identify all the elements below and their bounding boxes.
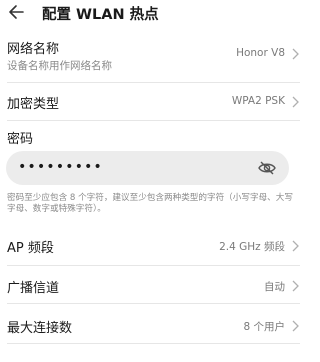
max-connections-value: 8 个用户 xyxy=(243,321,285,333)
password-input[interactable]: ••••••••• xyxy=(6,151,289,185)
chevron-right-icon xyxy=(292,320,299,332)
encryption-type-label: 加密类型 xyxy=(7,97,60,112)
eye-off-icon[interactable] xyxy=(257,158,277,178)
divider xyxy=(7,120,300,121)
page-title: 配置 WLAN 热点 xyxy=(42,7,159,23)
back-button[interactable] xyxy=(6,2,26,22)
divider xyxy=(7,82,300,83)
network-name-row[interactable]: 网络名称 设备名称用作网络名称 Honor V8 xyxy=(0,30,307,78)
max-connections-row[interactable]: 最大连接数 8 个用户 xyxy=(0,308,307,342)
broadcast-channel-label: 广播信道 xyxy=(7,281,60,296)
encryption-type-row[interactable]: 加密类型 WPA2 PSK xyxy=(0,84,307,120)
password-value: ••••••••• xyxy=(18,159,103,175)
back-arrow-icon xyxy=(9,5,24,19)
max-connections-label: 最大连接数 xyxy=(7,321,73,336)
divider xyxy=(7,265,300,266)
password-label: 密码 xyxy=(7,132,34,147)
network-name-sublabel: 设备名称用作网络名称 xyxy=(7,60,112,72)
ap-band-row[interactable]: AP 频段 2.4 GHz 频段 xyxy=(0,228,307,262)
chevron-right-icon xyxy=(292,280,299,292)
divider xyxy=(7,303,300,304)
chevron-right-icon xyxy=(292,240,299,252)
network-name-label: 网络名称 xyxy=(7,42,60,57)
divider xyxy=(7,343,300,344)
encryption-type-value: WPA2 PSK xyxy=(231,95,285,107)
network-name-value: Honor V8 xyxy=(236,47,285,59)
broadcast-channel-row[interactable]: 广播信道 自动 xyxy=(0,268,307,302)
chevron-right-icon xyxy=(292,48,299,60)
header-bar: 配置 WLAN 热点 xyxy=(0,0,307,26)
chevron-right-icon xyxy=(292,96,299,108)
ap-band-value: 2.4 GHz 频段 xyxy=(219,241,285,253)
broadcast-channel-value: 自动 xyxy=(264,281,285,293)
ap-band-label: AP 频段 xyxy=(7,241,54,256)
password-hint: 密码至少应包含 8 个字符，建议至少包含两种类型的字符（小写字母、大写字母、数字… xyxy=(7,193,293,214)
